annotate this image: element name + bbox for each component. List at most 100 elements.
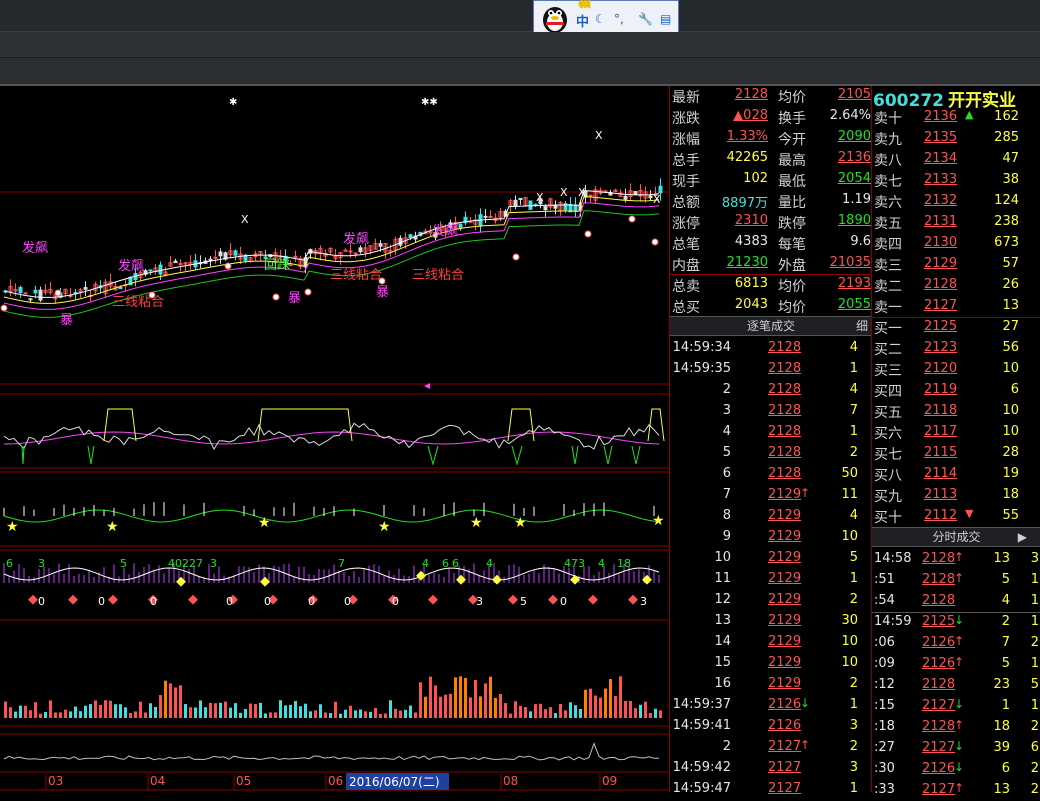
ask-row[interactable]: 卖二 2128 26 bbox=[872, 275, 1040, 296]
minute-count: 2 bbox=[1030, 719, 1039, 734]
volume-bar bbox=[39, 713, 42, 718]
ask-row[interactable]: 卖四 2130 673 bbox=[872, 233, 1040, 254]
minute-price: 2125 bbox=[922, 614, 956, 629]
tick-header[interactable]: 逐笔成交 细 bbox=[670, 316, 872, 336]
bid-row[interactable]: 买五 2118 10 bbox=[872, 401, 1040, 422]
minute-row: :33 2127 ↑ 13 2 bbox=[872, 780, 1040, 801]
tick-detail-button[interactable]: 细 bbox=[856, 317, 868, 335]
candle-body bbox=[408, 234, 413, 239]
tick-row: 4 2128 1 bbox=[670, 422, 872, 443]
next-arrow-icon[interactable]: ▶ bbox=[1018, 528, 1027, 546]
minute-volume: 5 bbox=[1001, 656, 1010, 671]
ime-toolbar[interactable]: ◖◖◖ 中 ☾ °, 🔧 ▤ bbox=[533, 0, 679, 33]
tick-row: 2 2128 4 bbox=[670, 380, 872, 401]
tick-row: 2 2127 ↑ 2 bbox=[670, 737, 872, 758]
volume-bar bbox=[524, 707, 527, 718]
bid-row[interactable]: 买六 2117 10 bbox=[872, 422, 1040, 443]
volume-bar bbox=[409, 705, 412, 718]
tick-price: 2128 bbox=[768, 466, 802, 481]
tick-price: 2129 bbox=[768, 571, 802, 586]
volume-bar bbox=[279, 700, 282, 718]
volume-bar bbox=[9, 707, 12, 718]
tick-row: 14:59:35 2128 1 bbox=[670, 359, 872, 380]
volume-bar bbox=[184, 704, 187, 718]
level-price: 2134 bbox=[924, 151, 958, 166]
volume-bar bbox=[29, 710, 32, 718]
indicator-number: 0 bbox=[226, 595, 233, 608]
chart-canvas[interactable]: 发飙发飙发飙发飙三线粘合三线粘合 三线粘合暴暴 暴回踩XX X XXX✱ ✱✱★ ★ ★ ★ ★ ★… bbox=[0, 86, 669, 792]
bid-row[interactable]: 买七 2115 28 bbox=[872, 443, 1040, 464]
volume-bar bbox=[159, 695, 162, 718]
volume-bar bbox=[529, 711, 532, 718]
bid-row[interactable]: 买八 2114 19 bbox=[872, 464, 1040, 485]
ime-mode-button[interactable]: 中 bbox=[576, 11, 589, 30]
moon-icon[interactable]: ☾ bbox=[595, 12, 606, 26]
ask-row[interactable]: 卖六 2132 124 bbox=[872, 191, 1040, 212]
quote-value: 2128 bbox=[734, 87, 768, 102]
signal-annotation: 发飙 bbox=[118, 258, 144, 274]
candle-body bbox=[218, 251, 223, 257]
candle-body bbox=[573, 204, 578, 212]
bid-row[interactable]: 买三 2120 10 bbox=[872, 359, 1040, 380]
bid-row[interactable]: 买一 2125 27 bbox=[872, 317, 1040, 338]
tick-row: 8 2129 4 bbox=[670, 506, 872, 527]
tick-price: 2129 bbox=[768, 613, 802, 628]
tick-price: 2129 bbox=[768, 550, 802, 565]
star-marker: ✱✱ bbox=[421, 97, 438, 108]
volume-bar bbox=[339, 713, 342, 718]
punct-icon[interactable]: °, bbox=[614, 12, 624, 26]
volume-bar bbox=[324, 712, 327, 718]
ma60-line bbox=[3, 210, 660, 318]
volume-bar bbox=[79, 711, 82, 718]
up-arrow-icon: ↑ bbox=[954, 571, 965, 585]
quote-value: 2090 bbox=[837, 129, 871, 144]
tick-time: 2 bbox=[722, 382, 731, 397]
bid-row[interactable]: 买四 2119 6 bbox=[872, 380, 1040, 401]
volume-bar bbox=[509, 713, 512, 718]
ask-row[interactable]: 卖七 2133 38 bbox=[872, 170, 1040, 191]
indicator-number: 18 bbox=[617, 557, 631, 570]
indicator-line bbox=[3, 509, 660, 523]
level-label: 买一 bbox=[874, 321, 902, 337]
tick-price: 2129 bbox=[768, 529, 802, 544]
volume-bar bbox=[129, 712, 132, 718]
tick-time: 4 bbox=[722, 424, 731, 439]
indicator-number: 3 bbox=[476, 595, 483, 608]
title-bar bbox=[0, 0, 1040, 32]
indicator-number: 7 bbox=[338, 557, 345, 570]
wrench-icon[interactable]: 🔧 bbox=[638, 12, 653, 26]
indicator-number: 4 bbox=[422, 557, 429, 570]
tick-volume: 4 bbox=[849, 340, 858, 355]
bid-row[interactable]: 买十 2112 ▼ 55 bbox=[872, 506, 1040, 527]
ask-row[interactable]: 卖八 2134 47 bbox=[872, 149, 1040, 170]
indicator-number: 6 bbox=[452, 557, 459, 570]
diamond-marker bbox=[260, 576, 270, 587]
ask-row[interactable]: 卖五 2131 238 bbox=[872, 212, 1040, 233]
minute-count: 2 bbox=[1030, 782, 1039, 797]
ask-row[interactable]: 卖十 2136 ▲ 162 bbox=[872, 107, 1040, 128]
candle-body bbox=[488, 215, 493, 218]
minute-row: :06 2126 ↑ 7 2 bbox=[872, 633, 1040, 654]
tick-volume: 10 bbox=[841, 655, 858, 670]
level-label: 卖九 bbox=[874, 132, 902, 148]
tool-icon[interactable]: ▤ bbox=[660, 12, 671, 26]
volume-bar bbox=[124, 707, 127, 718]
star-icon: ★ bbox=[470, 515, 483, 531]
volume-bar bbox=[454, 677, 457, 718]
level-price: 2131 bbox=[924, 214, 958, 229]
quote-value: 4383 bbox=[734, 234, 768, 249]
minute-header[interactable]: 分时成交 ▶ bbox=[872, 527, 1040, 547]
level-volume: 57 bbox=[1002, 256, 1019, 271]
quote-label: 均价 bbox=[778, 90, 806, 106]
minute-volume: 13 bbox=[993, 551, 1010, 566]
candle-body bbox=[518, 197, 523, 200]
bid-row[interactable]: 买二 2123 56 bbox=[872, 338, 1040, 359]
ask-row[interactable]: 卖三 2129 57 bbox=[872, 254, 1040, 275]
bid-row[interactable]: 买九 2113 18 bbox=[872, 485, 1040, 506]
level-price: 2115 bbox=[924, 445, 958, 460]
kline-chart[interactable]: 发飙 发飙 发飙 发飙 三线粘合 三线粘合 三线粘合暴暴暴回踩 X X X X X X ✱ ✱✱ ★ ★ ★ ★ ★ ★… bbox=[0, 86, 669, 792]
quote-label: 最低 bbox=[778, 174, 806, 190]
ask-row[interactable]: 卖一 2127 13 bbox=[872, 296, 1040, 317]
volume-bar bbox=[354, 710, 357, 718]
ask-row[interactable]: 卖九 2135 285 bbox=[872, 128, 1040, 149]
